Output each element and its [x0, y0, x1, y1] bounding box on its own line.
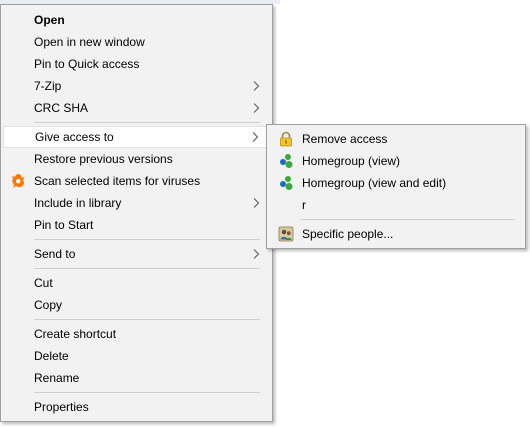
menu-item-label: Scan selected items for viruses — [34, 174, 201, 188]
submenu-item-specific-people[interactable]: Specific people... — [269, 223, 523, 245]
menu-item-label: Open in new window — [34, 35, 145, 49]
homegroup-icon — [280, 154, 293, 168]
menu-item-label: Restore previous versions — [34, 152, 173, 166]
menu-item-label: Properties — [34, 400, 89, 414]
people-icon — [278, 226, 294, 242]
give-access-submenu: Remove access Homegroup (view) Homegroup… — [266, 124, 526, 249]
menu-item-label: Send to — [34, 247, 76, 261]
submenu-item-homegroup-view[interactable]: Homegroup (view) — [269, 150, 523, 172]
chevron-right-icon — [253, 103, 260, 113]
menu-item-label: Pin to Quick access — [34, 57, 140, 71]
menu-item-label: Open — [34, 13, 65, 27]
menu-separator — [300, 219, 515, 220]
menu-item-restore-versions[interactable]: Restore previous versions — [3, 148, 270, 170]
avast-icon — [11, 174, 25, 188]
desktop-stage: Open Open in new window Pin to Quick acc… — [0, 0, 530, 427]
submenu-item-label: Homegroup (view and edit) — [302, 176, 447, 190]
menu-separator — [34, 268, 260, 269]
chevron-right-icon — [253, 249, 260, 259]
menu-item-pin-start[interactable]: Pin to Start — [3, 214, 270, 236]
menu-item-copy[interactable]: Copy — [3, 294, 270, 316]
menu-item-label: Cut — [34, 276, 53, 290]
menu-item-label: Rename — [34, 371, 80, 385]
homegroup-icon — [280, 176, 293, 190]
menu-item-scan-viruses[interactable]: Scan selected items for viruses — [3, 170, 270, 192]
menu-item-label: Delete — [34, 349, 69, 363]
chevron-right-icon — [253, 81, 260, 91]
menu-item-pin-quick-access[interactable]: Pin to Quick access — [3, 53, 270, 75]
menu-item-label: Give access to — [35, 130, 114, 144]
menu-separator — [34, 392, 260, 393]
submenu-item-label: r — [302, 198, 306, 212]
menu-item-label: Include in library — [34, 196, 122, 210]
menu-item-7zip[interactable]: 7-Zip — [3, 75, 270, 97]
submenu-item-label: Specific people... — [302, 227, 394, 241]
menu-item-label: Create shortcut — [34, 327, 117, 341]
menu-item-delete[interactable]: Delete — [3, 345, 270, 367]
lock-icon — [280, 131, 292, 147]
menu-separator — [34, 239, 260, 240]
menu-item-label: 7-Zip — [34, 79, 62, 93]
menu-item-cut[interactable]: Cut — [3, 272, 270, 294]
submenu-item-remove-access[interactable]: Remove access — [269, 128, 523, 150]
submenu-item-user-r[interactable]: r — [269, 194, 523, 216]
chevron-right-icon — [252, 132, 259, 142]
menu-item-label: Copy — [34, 298, 63, 312]
menu-separator — [34, 319, 260, 320]
submenu-item-label: Homegroup (view) — [302, 154, 401, 168]
chevron-right-icon — [253, 198, 260, 208]
menu-item-create-shortcut[interactable]: Create shortcut — [3, 323, 270, 345]
menu-item-properties[interactable]: Properties — [3, 396, 270, 418]
menu-item-label: Pin to Start — [34, 218, 94, 232]
menu-item-rename[interactable]: Rename — [3, 367, 270, 389]
menu-item-open-new-window[interactable]: Open in new window — [3, 31, 270, 53]
menu-item-include-library[interactable]: Include in library — [3, 192, 270, 214]
menu-item-give-access[interactable]: Give access to — [3, 126, 270, 148]
submenu-item-label: Remove access — [302, 132, 388, 146]
menu-item-crc-sha[interactable]: CRC SHA — [3, 97, 270, 119]
menu-item-open[interactable]: Open — [3, 9, 270, 31]
context-menu: Open Open in new window Pin to Quick acc… — [0, 4, 273, 422]
submenu-item-homegroup-view-edit[interactable]: Homegroup (view and edit) — [269, 172, 523, 194]
menu-item-send-to[interactable]: Send to — [3, 243, 270, 265]
menu-separator — [34, 122, 260, 123]
menu-item-label: CRC SHA — [34, 101, 89, 115]
